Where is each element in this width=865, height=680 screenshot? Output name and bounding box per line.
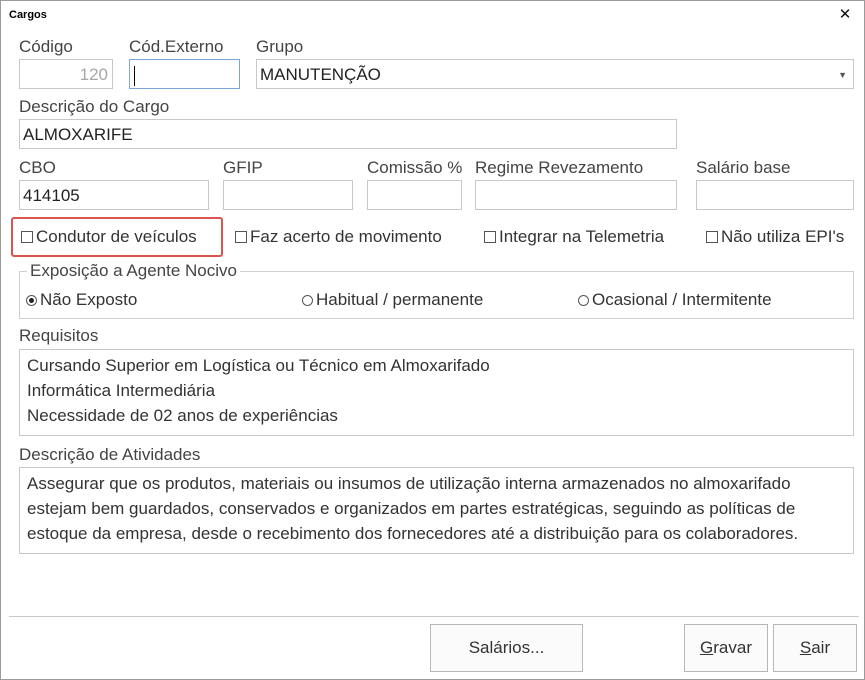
- checkbox-box-icon: [21, 231, 33, 243]
- exposicao-legend: Exposição a Agente Nocivo: [27, 261, 240, 281]
- codigo-field: 120: [19, 59, 113, 89]
- cod-externo-label: Cód.Externo: [129, 37, 224, 56]
- radio-icon: [302, 294, 313, 306]
- radio-habitual[interactable]: Habitual / permanente: [302, 290, 483, 310]
- salario-label: Salário base: [696, 158, 791, 177]
- radio-ocasional[interactable]: Ocasional / Intermitente: [578, 290, 772, 310]
- telemetria-checkbox[interactable]: Integrar na Telemetria: [484, 227, 664, 247]
- grupo-selected-value: MANUTENÇÃO: [260, 65, 381, 84]
- checkbox-box-icon: [484, 231, 496, 243]
- requisitos-label: Requisitos: [19, 326, 99, 345]
- text-caret: [134, 65, 135, 86]
- gfip-field[interactable]: [223, 180, 353, 210]
- radio-selected-icon: [26, 294, 37, 306]
- atividades-line: estoque da empresa, desde o recebimento …: [27, 524, 799, 543]
- grupo-select[interactable]: MANUTENÇÃO ▼: [256, 59, 854, 89]
- requisitos-line: Necessidade de 02 anos de experiências: [27, 406, 338, 425]
- gravar-button[interactable]: Gravar: [684, 624, 768, 672]
- grupo-label: Grupo: [256, 37, 304, 56]
- regime-field[interactable]: [475, 180, 677, 210]
- footer-divider: [9, 616, 859, 617]
- requisitos-textarea[interactable]: Cursando Superior em Logística ou Técnic…: [19, 349, 854, 436]
- condutor-checkbox[interactable]: Condutor de veículos: [21, 227, 197, 247]
- atividades-line: estejam bem guardados, conservados e org…: [27, 499, 796, 518]
- requisitos-line: Cursando Superior em Logística ou Técnic…: [27, 356, 490, 375]
- salario-field[interactable]: [696, 180, 854, 210]
- atividades-textarea[interactable]: Assegurar que os produtos, materiais ou …: [19, 467, 854, 554]
- salarios-button[interactable]: Salários...: [430, 624, 583, 672]
- close-icon[interactable]: ✕: [836, 5, 854, 25]
- atividades-label: Descrição de Atividades: [19, 445, 201, 464]
- cbo-field[interactable]: 414105: [19, 180, 209, 210]
- checkbox-box-icon: [235, 231, 247, 243]
- sair-button[interactable]: Sair: [773, 624, 857, 672]
- nao-utiliza-epi-checkbox[interactable]: Não utiliza EPI's: [706, 227, 844, 247]
- cargos-dialog: Cargos ✕ Código 120 Cód.Externo Grupo MA…: [0, 0, 865, 680]
- window-title: Cargos: [9, 9, 47, 21]
- regime-label: Regime Revezamento: [475, 158, 644, 177]
- chevron-down-icon[interactable]: ▼: [838, 60, 847, 88]
- checkbox-box-icon: [706, 231, 718, 243]
- gfip-label: GFIP: [223, 158, 263, 177]
- requisitos-line: Informática Intermediária: [27, 381, 216, 400]
- radio-icon: [578, 294, 589, 306]
- cod-externo-field[interactable]: [129, 59, 240, 89]
- descricao-field[interactable]: ALMOXARIFE: [19, 119, 677, 149]
- cbo-label: CBO: [19, 158, 56, 177]
- atividades-line: Assegurar que os produtos, materiais ou …: [27, 474, 791, 493]
- comissao-field[interactable]: [367, 180, 462, 210]
- descricao-label: Descrição do Cargo: [19, 97, 170, 116]
- codigo-label: Código: [19, 37, 73, 56]
- faz-acerto-checkbox[interactable]: Faz acerto de movimento: [235, 227, 442, 247]
- comissao-label: Comissão %: [367, 158, 463, 177]
- radio-nao-exposto[interactable]: Não Exposto: [26, 290, 137, 310]
